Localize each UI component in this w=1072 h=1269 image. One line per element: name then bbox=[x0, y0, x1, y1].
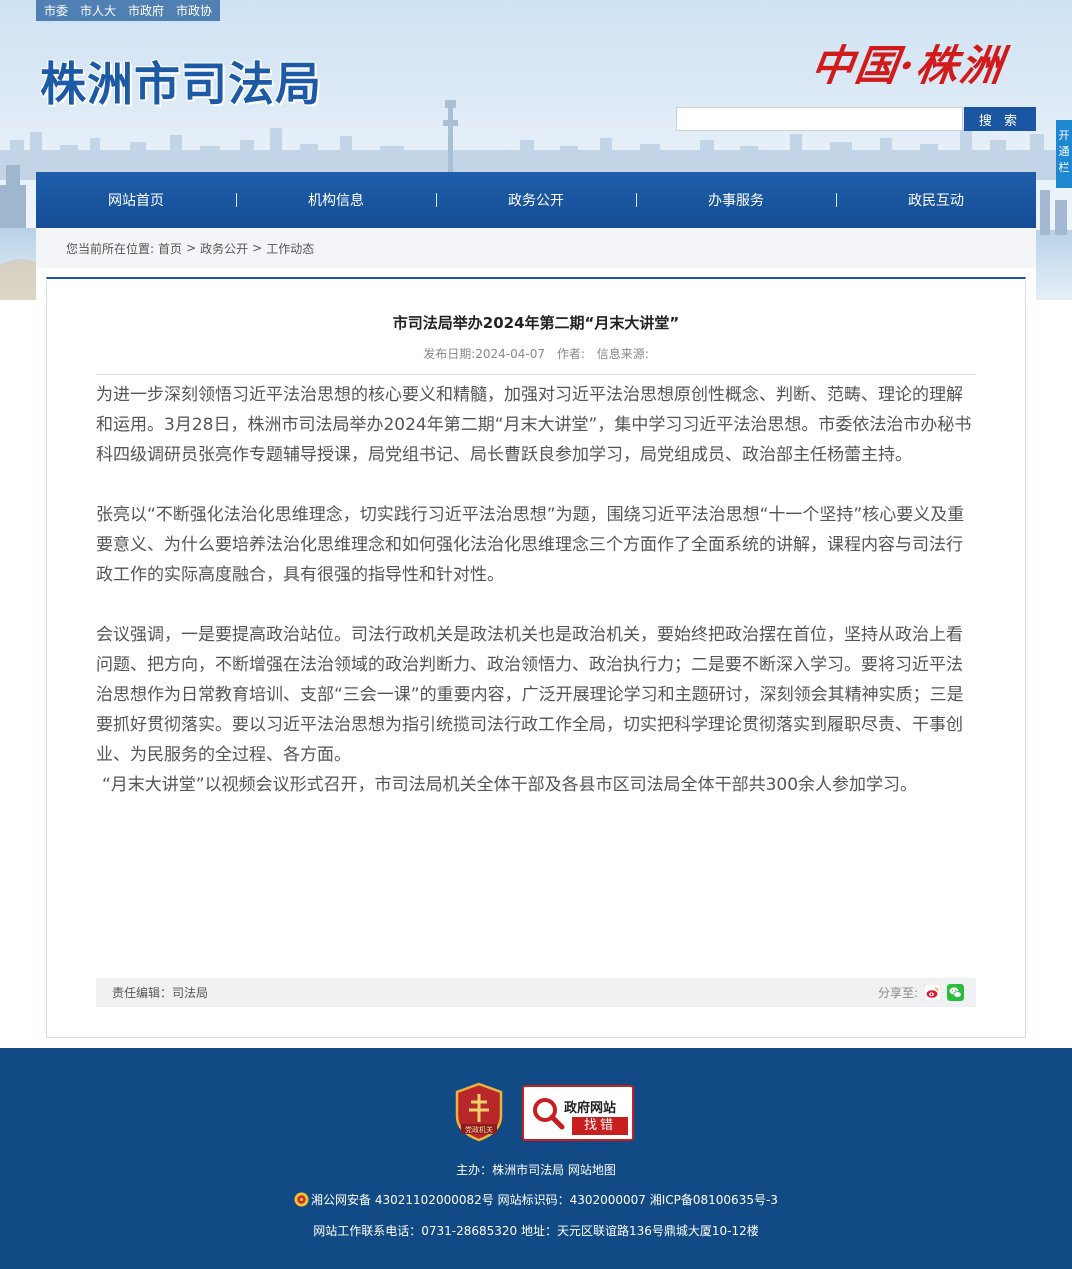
breadcrumb-government-affairs[interactable]: 政务公开 bbox=[200, 240, 248, 257]
top-link-municipal-government[interactable]: 市政府 bbox=[128, 2, 164, 19]
nav-home[interactable]: 网站首页 bbox=[36, 190, 236, 210]
breadcrumb-separator: > bbox=[186, 241, 197, 255]
article-body: 为进一步深刻领悟习近平法治思想的核心要义和精髓，加强对习近平法治思想原创性概念、… bbox=[96, 380, 976, 800]
article-footer-bar: 责任编辑：司法局 分享至: bbox=[96, 978, 976, 1007]
author-label: 作者: bbox=[556, 347, 585, 361]
main-nav: 网站首页 机构信息 政务公开 办事服务 政民互动 bbox=[36, 172, 1036, 228]
footer-host-line: 主办：株洲市司法局 网站地图 bbox=[456, 1163, 616, 1177]
find-error-label: 找错 bbox=[572, 1117, 628, 1135]
search-button[interactable]: 搜 索 bbox=[964, 107, 1036, 131]
wechat-icon[interactable] bbox=[947, 984, 964, 1001]
side-float-tab[interactable]: 开通栏 bbox=[1056, 120, 1072, 188]
nav-interaction[interactable]: 政民互动 bbox=[836, 190, 1036, 210]
footer-registration-line: 湘公网安备 43021102000082号 网站标识码：4302000007 湘… bbox=[0, 1191, 1072, 1208]
weibo-icon[interactable] bbox=[924, 984, 941, 1001]
gov-website-error-report[interactable]: 政府网站 找错 bbox=[522, 1085, 634, 1141]
gov-website-label: 政府网站 bbox=[564, 1101, 617, 1116]
zhuzhou-calligraphy-logo: 中国·株洲 bbox=[808, 41, 1008, 90]
footer-contact-line: 网站工作联系电话：0731-28685320 地址：天元区联谊路136号鼎城大厦… bbox=[313, 1224, 759, 1238]
article-paragraph: 张亮以“不断强化法治化思维理念，切实践行习近平法治思想”为题，围绕习近平法治思想… bbox=[96, 505, 965, 585]
article-meta: 发布日期:2024-04-07 作者: 信息来源: bbox=[46, 345, 1026, 362]
source-label: 信息来源: bbox=[596, 347, 649, 361]
article-paragraph: 会议强调，一是要提高政治站位。司法行政机关是政法机关也是政治机关，要始终把政治摆… bbox=[96, 625, 964, 765]
date-label: 发布日期:2024-04-07 bbox=[423, 347, 546, 361]
top-links-bar: 市委 市人大 市政府 市政协 bbox=[36, 0, 221, 21]
svg-text:党政机关: 党政机关 bbox=[465, 1125, 493, 1134]
nav-organization-info[interactable]: 机构信息 bbox=[236, 190, 436, 210]
breadcrumb-home[interactable]: 首页 bbox=[158, 240, 182, 257]
responsible-editor: 责任编辑：司法局 bbox=[112, 986, 209, 1000]
nav-government-affairs[interactable]: 政务公开 bbox=[436, 190, 636, 210]
magnifier-icon bbox=[533, 1098, 565, 1130]
search-input[interactable] bbox=[676, 107, 963, 131]
top-link-cppcc[interactable]: 市政协 bbox=[176, 2, 212, 19]
article-paragraph: 为进一步深刻领悟习近平法治思想的核心要义和精髓，加强对习近平法治思想原创性概念、… bbox=[96, 385, 972, 465]
party-government-badge[interactable]: 党政机关 bbox=[453, 1082, 505, 1142]
article-title: 市司法局举办2024年第二期“月末大讲堂” bbox=[392, 314, 680, 332]
share-group: 分享至: bbox=[878, 984, 964, 1001]
nav-services[interactable]: 办事服务 bbox=[636, 190, 836, 210]
share-label: 分享至: bbox=[877, 986, 918, 1000]
breadcrumb-work-news[interactable]: 工作动态 bbox=[266, 240, 314, 257]
breadcrumb-separator: > bbox=[252, 241, 263, 255]
top-link-municipal-committee[interactable]: 市委 bbox=[44, 2, 68, 19]
article-paragraph: “月末大讲堂”以视频会议形式召开，市司法局机关全体干部及各县市区司法局全体干部共… bbox=[102, 775, 918, 795]
breadcrumb-prefix: 您当前所在位置: bbox=[66, 241, 155, 256]
police-badge-icon bbox=[294, 1192, 309, 1207]
site-title-logo[interactable]: 株洲市司法局 bbox=[40, 48, 322, 114]
breadcrumb: 您当前所在位置: 首页 > 政务公开 > 工作动态 bbox=[36, 228, 1036, 268]
top-link-peoples-congress[interactable]: 市人大 bbox=[80, 2, 116, 19]
meta-divider bbox=[96, 374, 976, 375]
